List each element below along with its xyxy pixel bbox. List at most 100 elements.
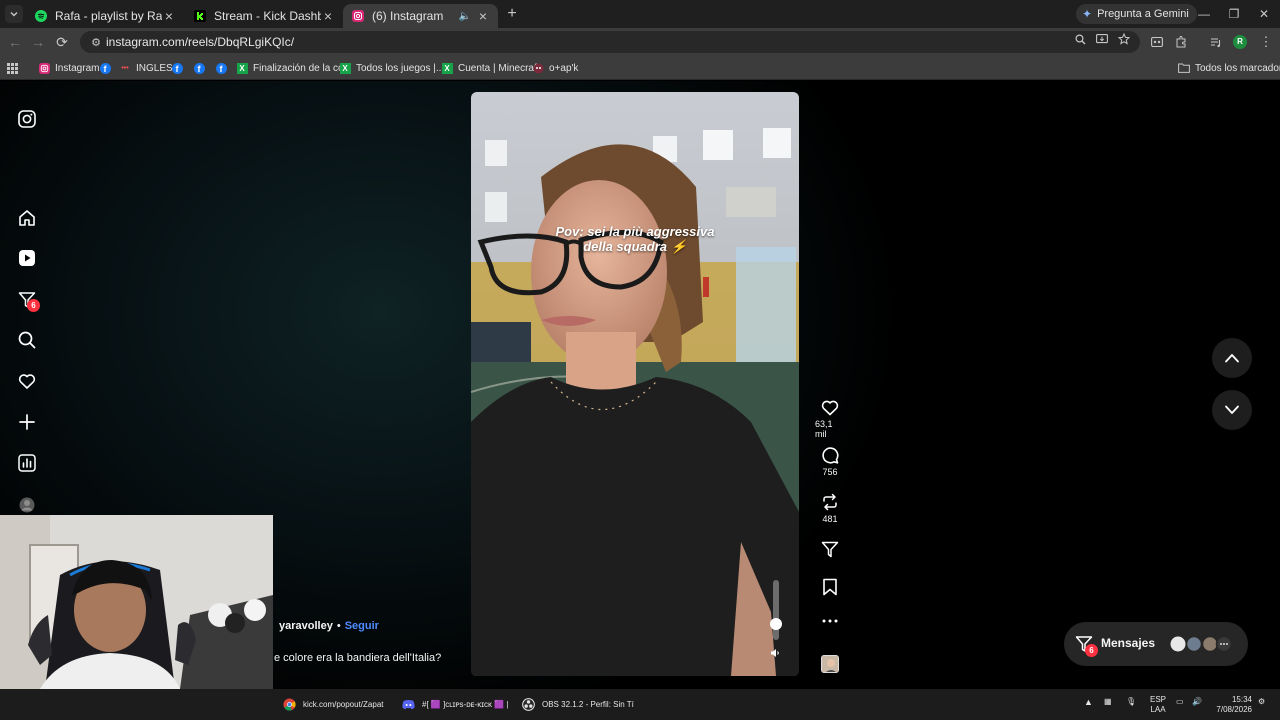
separator: • xyxy=(336,620,341,632)
install-app-icon[interactable] xyxy=(1094,31,1110,47)
bookmark-icon xyxy=(823,578,837,596)
apps-grid-icon[interactable] xyxy=(7,60,18,76)
likes-count: 63,1 mil xyxy=(815,419,833,439)
more-menu-icon[interactable]: ⋮ xyxy=(1257,33,1275,51)
bookmark-ingles[interactable]: ••• INGLES xyxy=(119,60,173,76)
back-button[interactable]: ← xyxy=(6,33,24,51)
taskbar-label: OBS 32.1.2 - Perfil: Sin Tí xyxy=(542,700,634,709)
bookmark-star-icon[interactable] xyxy=(1116,31,1132,47)
reel-description[interactable]: e colore era la bandiera dell'Italia? xyxy=(274,652,441,664)
comment-button[interactable]: 756 xyxy=(815,446,845,477)
network-icon[interactable]: ▭ xyxy=(1176,697,1184,706)
microphone-icon[interactable]: 🎙 xyxy=(1126,697,1136,706)
author-username[interactable]: yaravolley xyxy=(279,620,333,632)
bookmark-minecraft[interactable]: X Cuenta | Minecraft xyxy=(441,60,540,76)
previous-reel-button[interactable] xyxy=(1212,338,1252,378)
close-tab-icon[interactable]: × xyxy=(162,9,176,23)
instagram-icon xyxy=(351,9,365,23)
dashboard-icon[interactable] xyxy=(16,452,38,474)
bookmark-facebook[interactable]: f xyxy=(215,60,232,76)
bookmark-label: Cuenta | Minecraft xyxy=(458,62,540,74)
zoom-icon[interactable] xyxy=(1072,31,1088,47)
profile-avatar[interactable]: R xyxy=(1233,35,1247,49)
gemini-button[interactable]: ✦ Pregunta a Gemini xyxy=(1076,4,1197,24)
folder-icon xyxy=(1178,62,1190,74)
facebook-icon: f xyxy=(193,62,205,74)
tray-app-icon[interactable]: ▦ xyxy=(1104,697,1112,706)
caption-line: della squadra ⚡ xyxy=(583,239,687,254)
tray-overflow-icon[interactable]: ▲ xyxy=(1084,697,1093,707)
instagram-logo-icon[interactable] xyxy=(16,108,38,130)
site-icon: ••• xyxy=(121,64,129,72)
taskbar-item-discord[interactable]: #[ 🟪 ]ᴄʟɪᴘs-ᴅᴇ-ᴋɪᴄᴋ 🟪 | xyxy=(401,696,509,713)
address-bar[interactable]: ⚙ instagram.com/reels/DbqRLgiKQIc/ xyxy=(80,31,1140,53)
browser-toolbar: ← → ⟳ ⚙ instagram.com/reels/DbqRLgiKQIc/… xyxy=(0,28,1280,56)
direct-messages-icon[interactable]: 6 xyxy=(16,289,40,312)
save-button[interactable] xyxy=(815,578,845,596)
notifications-icon[interactable]: ⚙ xyxy=(1258,697,1265,706)
volume-slider[interactable] xyxy=(773,580,779,640)
restore-button[interactable]: ❐ xyxy=(1219,4,1249,24)
volume-icon[interactable] xyxy=(770,648,782,660)
messages-badge: 6 xyxy=(1085,644,1098,657)
bookmark-instagram[interactable]: Instagram xyxy=(38,60,99,76)
tab-spotify[interactable]: Rafa - playlist by Rafael.xared | × xyxy=(26,4,184,28)
taskbar-item-obs[interactable]: OBS 32.1.2 - Perfil: Sin Tí xyxy=(521,696,634,713)
language-code: ESP xyxy=(1150,695,1167,704)
forward-button[interactable]: → xyxy=(29,33,47,51)
volume-slider-handle[interactable] xyxy=(770,618,782,630)
create-plus-icon[interactable] xyxy=(16,411,38,433)
browser-tab-strip: Rafa - playlist by Rafael.xared | × Stre… xyxy=(0,0,1280,28)
close-tab-icon[interactable]: × xyxy=(476,9,490,23)
bookmark-facebook[interactable]: f xyxy=(171,60,188,76)
like-button[interactable]: 63,1 mil xyxy=(815,399,845,439)
site-info-icon[interactable]: ⚙ xyxy=(86,36,106,49)
reels-icon[interactable] xyxy=(16,247,38,269)
share-button[interactable] xyxy=(815,540,845,558)
video-frame xyxy=(471,92,799,676)
bookmark-facebook[interactable]: f xyxy=(193,60,210,76)
clock[interactable]: 15:34 7/08/2026 xyxy=(1212,695,1252,715)
bookmark-finalizacion[interactable]: X Finalización de la co... xyxy=(236,60,352,76)
audio-thumbnail[interactable] xyxy=(821,655,839,673)
follow-button[interactable]: Seguir xyxy=(345,620,379,632)
keyboard-layout: LAA xyxy=(1150,705,1166,714)
reel-video[interactable]: Pov: sei la più aggressiva della squadra… xyxy=(471,92,799,676)
heart-icon[interactable] xyxy=(16,370,38,392)
close-window-button[interactable]: ✕ xyxy=(1249,4,1279,24)
clock-date: 7/08/2026 xyxy=(1216,705,1252,714)
next-reel-button[interactable] xyxy=(1212,390,1252,430)
search-icon[interactable] xyxy=(16,329,38,351)
discord-icon xyxy=(401,698,415,712)
more-options-button[interactable] xyxy=(815,619,845,623)
profile-avatar[interactable] xyxy=(16,494,38,516)
instagram-icon xyxy=(38,62,50,74)
all-bookmarks-folder[interactable]: Todos los marcadores xyxy=(1178,60,1280,76)
conversation-avatars xyxy=(1170,636,1233,652)
bookmark-facebook[interactable]: f xyxy=(99,60,116,76)
speaker-icon[interactable]: 🔈 xyxy=(458,9,472,23)
tab-search-button[interactable] xyxy=(5,5,23,23)
minimize-button[interactable]: — xyxy=(1189,4,1219,24)
bookmark-label: INGLES xyxy=(136,62,173,74)
tab-title: Stream - Kick Dashboard xyxy=(214,9,321,23)
tab-instagram[interactable]: (6) Instagram 🔈 × xyxy=(343,4,498,28)
home-icon[interactable] xyxy=(16,207,38,229)
puzzle-extensions-icon[interactable] xyxy=(1172,33,1190,51)
language-indicator[interactable]: ESP LAA xyxy=(1150,695,1166,715)
comments-count: 756 xyxy=(822,467,838,477)
messages-button[interactable]: 6 Mensajes xyxy=(1064,622,1248,666)
bookmarks-bar: Instagram f ••• INGLES f f f X Finalizac… xyxy=(0,56,1280,80)
bookmark-oapk[interactable]: o+ap'k xyxy=(532,60,578,76)
media-controls-icon[interactable] xyxy=(1207,33,1225,51)
close-tab-icon[interactable]: × xyxy=(321,9,335,23)
tab-kick-dashboard[interactable]: Stream - Kick Dashboard × xyxy=(185,4,343,28)
reload-button[interactable]: ⟳ xyxy=(53,33,71,51)
taskbar-item-chrome[interactable]: kick.com/popout/Zapat xyxy=(282,696,383,713)
speaker-icon[interactable]: 🔊 xyxy=(1192,697,1202,706)
new-tab-button[interactable]: + xyxy=(503,5,521,23)
bookmark-label: Instagram xyxy=(55,62,100,74)
extension-icon[interactable] xyxy=(1148,33,1166,51)
bookmark-todos-los-juegos[interactable]: X Todos los juegos |... xyxy=(339,60,444,76)
repost-button[interactable]: 481 xyxy=(815,493,845,524)
